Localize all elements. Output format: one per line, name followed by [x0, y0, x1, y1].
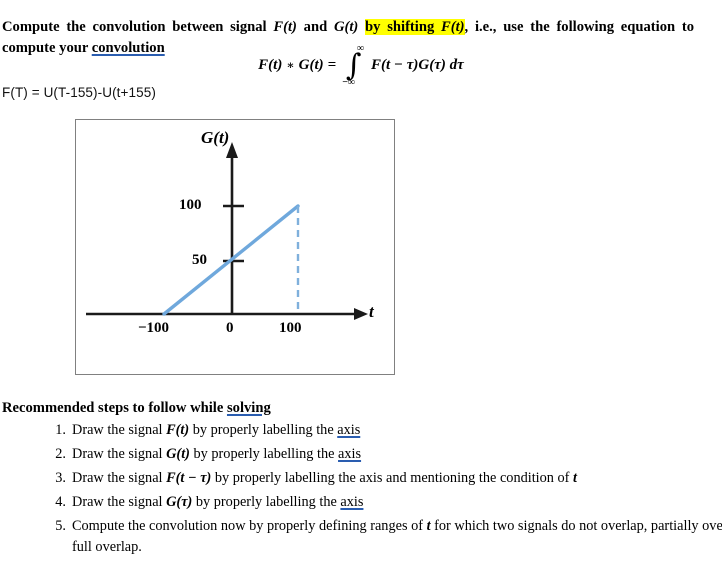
- steps-heading: Recommended steps to follow while solvin…: [2, 400, 271, 417]
- list-item-math: F(t): [166, 422, 190, 438]
- list-item: 1. Draw the signal F(t) by properly label…: [48, 420, 722, 441]
- spellcheck-word-axis: axis: [338, 446, 362, 462]
- list-item-number: 3.: [55, 470, 66, 486]
- list-item-math: G(τ): [166, 494, 193, 510]
- x-tick-label-100: 100: [279, 320, 302, 336]
- list-item-math: F(t − τ): [166, 470, 212, 486]
- list-item: 4. Draw the signal G(τ) by properly label…: [48, 492, 722, 513]
- spellcheck-word-axis: axis: [337, 422, 361, 438]
- highlighted-phrase: by shifting F(t): [365, 18, 465, 35]
- list-item-post: by properly labelling the: [189, 446, 339, 462]
- list-item-number: 1.: [55, 422, 66, 438]
- list-item-pre: Draw the signal: [72, 470, 167, 486]
- list-item-pre: Draw the signal: [72, 446, 167, 462]
- intro-var-g: G(t): [333, 18, 359, 35]
- y-tick-label-100: 100: [179, 197, 202, 213]
- chart-container: G(t) t −100 0 100 50 100: [75, 119, 395, 375]
- list-item-number: 5.: [55, 518, 66, 534]
- equation-equals: =: [327, 57, 337, 74]
- x-axis-arrow-icon: [354, 308, 368, 320]
- highlight-var-f: F(t): [441, 18, 465, 35]
- list-item: 3. Draw the signal F(t − τ) by properly l…: [48, 468, 722, 489]
- steps-heading-text: Recommended steps to follow while: [2, 400, 227, 416]
- integral-operator: ∞ ∫ −∞: [342, 44, 365, 88]
- x-tick-label-minus100: −100: [138, 320, 170, 336]
- list-item-math: G(t): [166, 446, 190, 462]
- list-item: 5. Compute the convolution now by properl…: [48, 516, 722, 558]
- convolution-equation: F(t) ∗ G(t) = ∞ ∫ −∞ F(t − τ)G(τ) dτ: [0, 44, 722, 88]
- signal-definition: F(T) = U(T-155)-U(t+155): [2, 85, 156, 100]
- spellcheck-word-axis: axis: [340, 494, 364, 510]
- integral-lower-limit: −∞: [342, 76, 356, 88]
- y-axis-label: G(t): [201, 128, 230, 147]
- list-item-post: by properly labelling the axis and menti…: [211, 470, 574, 486]
- equation-integrand: F(t − τ)G(τ) dτ: [371, 57, 464, 74]
- list-item-pre: Draw the signal: [72, 422, 167, 438]
- convolution-star-icon: ∗: [286, 58, 295, 73]
- list-item-tail: t: [573, 470, 577, 486]
- chart-plot: [86, 142, 368, 320]
- list-item-post: by properly labelling the: [189, 422, 338, 438]
- list-item-pre: Draw the signal: [72, 494, 167, 510]
- intro-text-1: Compute the convolution between signal: [2, 18, 274, 35]
- list-item-pre: Compute the convolution now by properly …: [72, 518, 427, 534]
- equation-row: F(t) ∗ G(t) = ∞ ∫ −∞ F(t − τ)G(τ) dτ: [258, 44, 464, 88]
- document-page: Compute the convolution between signal F…: [0, 0, 722, 555]
- list-item-number: 4.: [55, 494, 66, 510]
- x-tick-label-0: 0: [226, 320, 234, 336]
- highlight-text: by shifting: [365, 18, 442, 35]
- spellcheck-word-solving: solving: [226, 400, 271, 416]
- list-item: 2. Draw the signal G(t) by properly label…: [48, 444, 722, 465]
- x-axis-label: t: [369, 302, 374, 321]
- list-item-number: 2.: [55, 446, 66, 462]
- steps-list: 1. Draw the signal F(t) by properly label…: [0, 420, 722, 561]
- equation-lhs-f: F(t): [258, 57, 283, 74]
- y-tick-label-50: 50: [192, 252, 207, 268]
- equation-lhs-g: G(t): [298, 57, 324, 74]
- intro-var-f: F(t): [273, 18, 297, 35]
- intro-text-2: and: [296, 18, 334, 35]
- list-item-post: by properly labelling the: [192, 494, 341, 510]
